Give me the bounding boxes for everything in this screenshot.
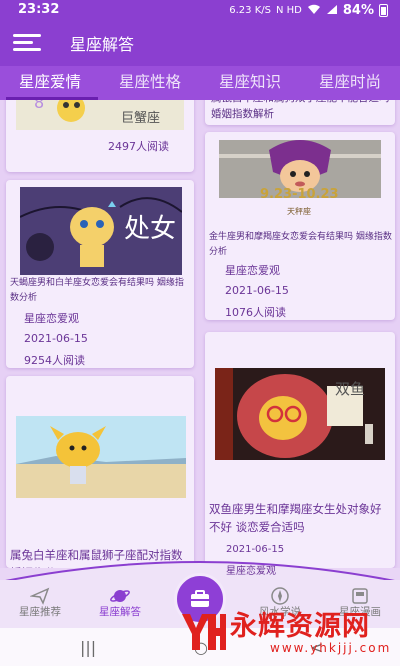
network-icons: N HD <box>275 5 302 16</box>
wifi-icon <box>307 4 321 18</box>
article-title: 天蝎座男和白羊座女恋爱会有结果吗 姻缘指数分析 <box>10 278 184 303</box>
article-date: 2021-06-15 <box>226 544 285 555</box>
watermark-url: www.yhkjjj.com <box>270 641 392 655</box>
article-feed[interactable]: 8 巨蟹座 2497人阅读 属鼠白羊座和属狗双子座能不能合适吗 婚姻指数解析 9… <box>0 100 400 568</box>
nav-label: 星座解答 <box>99 606 141 618</box>
thumbnail-caption: 巨蟹座 <box>121 111 161 126</box>
article-card[interactable]: 属兔白羊座和属鼠狮子座配对指数 婚姻缘分 <box>6 376 194 568</box>
read-count: 1076人阅读 <box>225 306 286 319</box>
article-category: 星座恋爱观 <box>24 312 79 325</box>
read-count: 2497人阅读 <box>108 140 169 153</box>
article-date: 2021-06-15 <box>225 284 289 297</box>
category-tabs: 星座爱情 星座性格 星座知识 星座时尚 <box>0 66 400 100</box>
article-category: 星座恋爱观 <box>225 264 280 277</box>
watermark: 永辉资源网 www.yhkjjj.com <box>174 604 396 660</box>
article-thumbnail <box>16 416 186 498</box>
network-speed: 6.23 K/S <box>229 5 271 16</box>
article-title: 属鼠白羊座和属狗双子座能不能合适吗 婚姻指数解析 <box>211 100 390 120</box>
svg-text:8: 8 <box>34 100 44 112</box>
signal-icon <box>326 4 338 18</box>
article-date: 2021-06-15 <box>24 332 88 345</box>
thumbnail-caption: 9.23-10.23 <box>260 187 339 202</box>
tab-love[interactable]: 星座爱情 <box>0 66 100 100</box>
watermark-logo-icon <box>182 614 226 650</box>
page-title: 星座解答 <box>70 35 135 54</box>
status-time: 23:32 <box>18 2 60 17</box>
thumbnail-label: 天秤座 <box>287 207 311 216</box>
recent-apps-icon[interactable]: ||| <box>80 638 96 657</box>
thumbnail-caption: 处女 <box>124 214 177 244</box>
tab-personality[interactable]: 星座性格 <box>100 66 200 100</box>
article-title: 金牛座男和摩羯座女恋爱会有结果吗 姻缘指数分析 <box>209 232 392 257</box>
paper-plane-icon <box>29 586 50 606</box>
article-card[interactable]: 8 巨蟹座 2497人阅读 <box>6 100 194 172</box>
menu-icon[interactable] <box>13 34 41 52</box>
thumbnail-caption: 双鱼 <box>335 380 366 398</box>
battery-icon <box>379 4 388 17</box>
tab-fashion[interactable]: 星座时尚 <box>300 66 400 100</box>
watermark-text: 永辉资源网 <box>230 611 370 642</box>
nav-label: 星座推荐 <box>19 606 61 618</box>
nav-recommend[interactable]: 星座推荐 <box>0 580 80 628</box>
tab-knowledge[interactable]: 星座知识 <box>200 66 300 100</box>
article-title: 双鱼座男生和摩羯座女生处对象好不好 谈恋爱合适吗 <box>209 502 382 534</box>
status-bar: 23:32 6.23 K/S N HD 84% <box>0 0 400 22</box>
status-icons: 6.23 K/S N HD 84% <box>229 3 388 18</box>
comic-icon <box>350 586 370 606</box>
article-card[interactable]: 处女 天蝎座男和白羊座女恋爱会有结果吗 姻缘指数分析 星座恋爱观 2021-06… <box>6 180 194 368</box>
article-card[interactable]: 双鱼 双鱼座男生和摩羯座女生处对象好不好 谈恋爱合适吗 <box>205 332 395 568</box>
article-category: 星座恋爱观 <box>226 566 276 577</box>
compass-icon <box>270 586 290 606</box>
read-count: 9254人阅读 <box>24 354 85 367</box>
app-bar: 星座解答 <box>0 22 400 66</box>
battery-percent: 84% <box>342 3 374 18</box>
article-card[interactable]: 属鼠白羊座和属狗双子座能不能合适吗 婚姻指数解析 <box>205 100 395 125</box>
planet-icon <box>110 586 130 606</box>
article-card[interactable]: 9.23-10.23 天秤座 金牛座男和摩羯座女恋爱会有结果吗 姻缘指数分析 星… <box>205 132 395 320</box>
nav-answers[interactable]: 星座解答 <box>80 580 160 628</box>
